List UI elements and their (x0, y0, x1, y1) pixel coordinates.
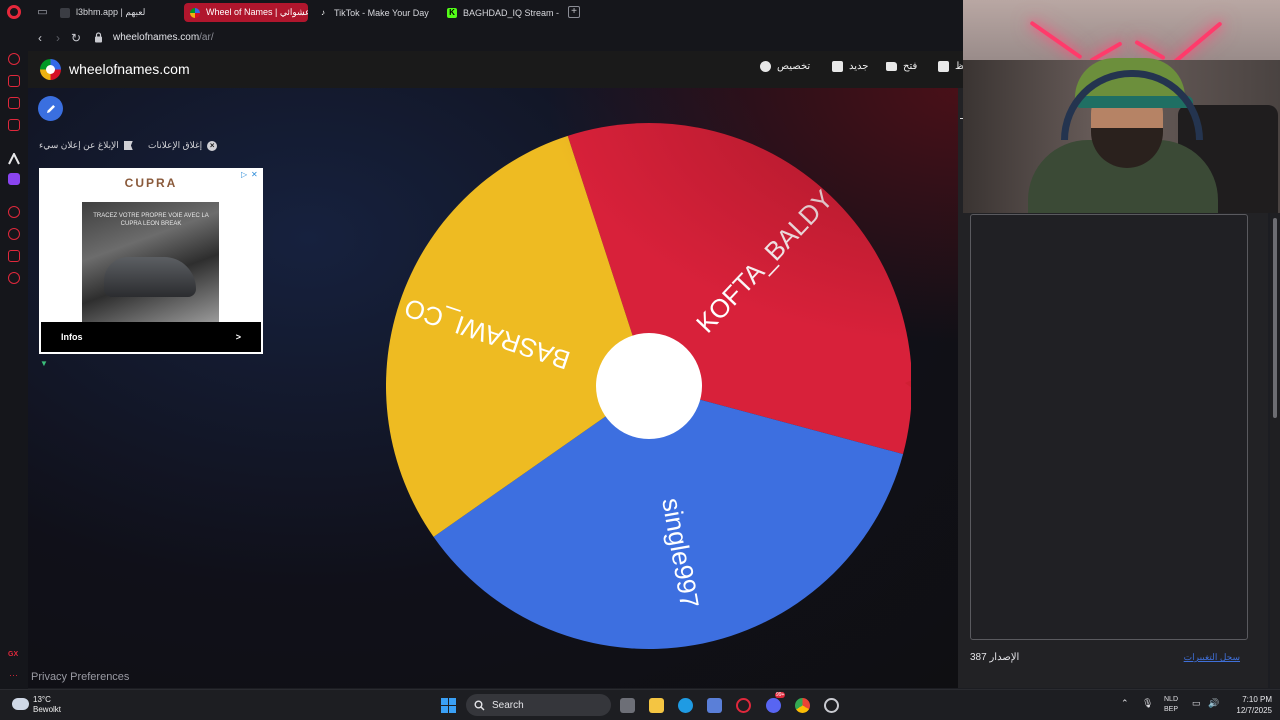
discord-badge: 99+ (775, 692, 786, 698)
reload-icon[interactable]: ↻ (69, 31, 83, 45)
bookmarks-icon[interactable] (8, 250, 20, 262)
twitch-icon[interactable] (8, 173, 20, 185)
version-label: الإصدار 387 (970, 652, 1020, 663)
language-indicator[interactable]: NLD BEP (1164, 695, 1178, 715)
more-icon[interactable]: ··· (9, 670, 18, 680)
tiktok-icon: ♪ (321, 8, 325, 17)
wheel-center-hub[interactable] (596, 333, 702, 439)
ad-infos-bar[interactable]: Infos > (41, 322, 261, 352)
opera-sidebar: GX ··· (0, 25, 28, 689)
edit-button[interactable] (38, 96, 63, 121)
save-icon (938, 61, 949, 72)
taskbar-search[interactable]: Search (466, 694, 611, 716)
volume-icon[interactable]: 🔊 (1208, 698, 1219, 709)
palette-icon (760, 61, 771, 72)
music-icon[interactable] (8, 119, 20, 131)
wheelofnames-logo-icon[interactable] (40, 59, 61, 80)
lock-icon (95, 32, 102, 43)
scrollbar-thumb[interactable] (1273, 218, 1277, 418)
url-field[interactable]: wheelofnames.com/ar/ (113, 32, 214, 43)
taskbar-clock[interactable]: 7:10 PM 12/7/2025 (1222, 694, 1272, 716)
report-ad-button[interactable]: الإبلاغ عن إعلان سيء (39, 140, 133, 151)
history-icon[interactable] (8, 228, 20, 240)
close-ads-button[interactable]: إغلاق الإعلانات × (148, 140, 218, 151)
new-tab-button[interactable]: + (568, 6, 580, 18)
back-icon[interactable]: ‹ (33, 31, 47, 45)
name-wheel[interactable]: KOFTA_BALDYsingle997BASRAWI_CO (385, 121, 911, 651)
discord-icon[interactable] (766, 698, 781, 713)
ad-brand-logo: CUPRA (124, 176, 178, 190)
privacy-preferences-link[interactable]: Privacy Preferences (31, 671, 129, 683)
folder-icon (886, 62, 897, 71)
ad-marker-icon: ▼ (40, 359, 48, 368)
forward-icon[interactable]: › (51, 31, 65, 45)
windows-start-icon[interactable] (441, 698, 456, 713)
player-icon[interactable] (8, 206, 20, 218)
site-name[interactable]: wheelofnames.com (69, 61, 190, 77)
site-header: wheelofnames.com تخصيص جديد فتح حفظ (28, 51, 976, 88)
weather-widget[interactable]: 13°C Bewolkt (33, 695, 61, 715)
kick-sidebar-icon[interactable] (8, 151, 20, 165)
app-icon[interactable] (824, 698, 839, 713)
tab-l3bhm[interactable]: l3bhm.app | لعبهم (54, 3, 179, 22)
tab-wheel-of-names[interactable]: Wheel of Names | عشوائي (184, 3, 308, 22)
ad-banner[interactable]: ▷ ✕ CUPRA TRACEZ VOTRE PROPRE VOIE AVEC … (39, 168, 263, 354)
flag-icon (123, 141, 133, 150)
kick-icon: K (447, 7, 457, 18)
car-image (104, 257, 196, 297)
neon-light (1029, 20, 1083, 60)
settings-icon[interactable] (8, 272, 20, 284)
open-button[interactable]: فتح (886, 61, 917, 72)
store-icon[interactable] (707, 698, 722, 713)
entries-textarea[interactable] (970, 214, 1248, 640)
wheel-icon (190, 7, 200, 18)
microphone-icon[interactable]: 🎙 (1142, 698, 1153, 709)
pencil-icon (46, 104, 55, 113)
customize-button[interactable]: تخصيص (760, 61, 810, 72)
file-explorer-icon[interactable] (649, 698, 664, 713)
l3bhm-icon (60, 7, 70, 18)
gx-icon[interactable]: GX (8, 651, 18, 658)
main-stage: إغلاق الإعلانات × الإبلاغ عن إعلان سيء ▷… (28, 88, 963, 688)
close-circle-icon: × (207, 140, 218, 151)
extensions-icon[interactable] (8, 75, 20, 87)
changelog-link[interactable]: سجل التغييرات (1184, 652, 1240, 663)
chevron-right-icon: > (235, 332, 241, 342)
ad-image: TRACEZ VOTRE PROPRE VOIE AVEC LA CUPRA L… (82, 202, 219, 322)
cloud-icon[interactable] (12, 698, 29, 710)
tab-tiktok[interactable]: ♪ TikTok - Make Your Day (312, 3, 437, 22)
aria-icon[interactable] (8, 53, 20, 65)
new-button[interactable]: جديد (832, 61, 868, 72)
opera-logo-icon[interactable] (7, 5, 21, 19)
messenger-icon[interactable] (8, 97, 20, 109)
chevron-up-icon[interactable]: ⌃ (1121, 698, 1129, 709)
search-icon (474, 700, 485, 710)
windows-taskbar: 13°C Bewolkt Search 99+ ⌃ 🎙 NLD BEP ▭ 🔊 … (0, 689, 1280, 720)
chrome-icon[interactable] (795, 698, 810, 713)
webcam-overlay (963, 0, 1280, 213)
opera-gx-icon[interactable] (736, 698, 751, 713)
workspace-icon[interactable]: ▭ (36, 6, 49, 18)
edge-icon[interactable] (678, 698, 693, 713)
network-icon[interactable]: ▭ (1192, 698, 1201, 709)
tab-kick-stream[interactable]: K BAGHDAD_IQ Stream - W (441, 3, 561, 22)
new-file-icon (832, 61, 843, 72)
task-view-icon[interactable] (620, 698, 635, 713)
